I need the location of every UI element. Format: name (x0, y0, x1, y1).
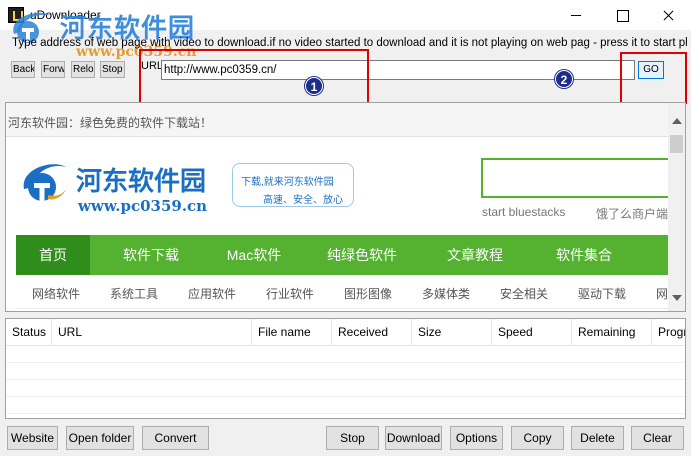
site-nav-item[interactable]: 纯绿色软件 (306, 235, 418, 275)
site-subnav-item[interactable]: 网 (656, 285, 668, 302)
row-divider (6, 379, 685, 380)
site-subnav-item[interactable]: 应用软件 (188, 285, 236, 302)
scroll-down-arrow-icon[interactable] (672, 295, 682, 301)
site-nav-item[interactable]: 软件下载 (100, 235, 202, 275)
site-logo-icon[interactable] (18, 159, 70, 207)
clear-button[interactable]: Clear (631, 426, 684, 450)
slogan-line-1: 下载,就来河东软件园 (241, 177, 334, 188)
column-header-speed[interactable]: Speed (492, 319, 572, 345)
scroll-thumb[interactable] (670, 135, 683, 153)
browser-vertical-scrollbar[interactable] (668, 103, 685, 311)
site-subnav-item[interactable]: 多媒体类 (422, 285, 470, 302)
back-button[interactable]: Back (11, 61, 35, 78)
website-button[interactable]: Website (7, 426, 58, 450)
open-folder-button[interactable]: Open folder (66, 426, 134, 450)
site-subnav-item[interactable]: 行业软件 (266, 285, 314, 302)
options-button[interactable]: Options (450, 426, 503, 450)
row-divider (6, 362, 685, 363)
site-nav-item[interactable]: Mac软件 (202, 235, 306, 275)
reload-button[interactable]: Reloa (71, 61, 95, 78)
column-header-remaining[interactable]: Remaining (572, 319, 652, 345)
annotation-badge-2: 2 (555, 70, 573, 88)
site-subnav-item[interactable]: 图形图像 (344, 285, 392, 302)
column-header-received[interactable]: Received (332, 319, 412, 345)
site-main-nav: 首页 软件下载 Mac软件 纯绿色软件 文章教程 软件集合 (16, 235, 668, 275)
search-suggestion-link[interactable]: 饿了么商户端 (596, 205, 668, 222)
site-subnav-item[interactable]: 网络软件 (32, 285, 80, 302)
row-divider (6, 396, 685, 397)
row-divider (6, 413, 685, 414)
stop-nav-button[interactable]: Stop (100, 61, 125, 78)
column-header-url[interactable]: URL (52, 319, 252, 345)
title-bar: uDownloader 河东软件园 www.pc0359.cn (0, 0, 691, 60)
download-list[interactable]: Status URL File name Received Size Speed… (5, 318, 686, 419)
forward-button[interactable]: Forwa (41, 61, 65, 78)
browser-view[interactable]: 河东软件园：绿色免费的软件下载站！ 河东软件园 www.pc0359.cn 下载… (5, 102, 686, 312)
stop-button[interactable]: Stop (326, 426, 379, 450)
slogan-line-2: 高速、安全、放心 (263, 195, 343, 206)
callout-go-box (620, 52, 687, 104)
site-nav-item[interactable]: 首页 (16, 235, 90, 275)
maximize-button[interactable] (599, 0, 645, 30)
minimize-button[interactable] (553, 0, 599, 30)
scroll-up-arrow-icon[interactable] (672, 118, 682, 124)
annotation-badge-1: 1 (305, 77, 323, 95)
search-suggestion-link[interactable]: start bluestacks (482, 205, 565, 219)
hint-text: Type address of web page with video to d… (12, 37, 688, 49)
column-header-progress[interactable]: Progr (652, 319, 685, 345)
column-header-status[interactable]: Status (6, 319, 52, 345)
close-button[interactable] (645, 0, 691, 30)
site-nav-item[interactable]: 软件集合 (532, 235, 636, 275)
slogan-bubble: 下载,就来河东软件园 高速、安全、放心 (232, 163, 354, 207)
header-divider (6, 345, 685, 346)
convert-button[interactable]: Convert (142, 426, 209, 450)
site-topbar: 河东软件园：绿色免费的软件下载站！ (6, 103, 668, 137)
site-nav-item[interactable]: 文章教程 (418, 235, 532, 275)
column-header-file-name[interactable]: File name (252, 319, 332, 345)
site-search-input[interactable] (481, 158, 671, 198)
site-subnav-item[interactable]: 驱动下载 (578, 285, 626, 302)
download-button[interactable]: Download (385, 426, 442, 450)
site-logo-text[interactable]: 河东软件园 (76, 161, 206, 198)
site-logo-url[interactable]: www.pc0359.cn (78, 197, 207, 215)
delete-button[interactable]: Delete (571, 426, 624, 450)
site-topbar-text: 河东软件园：绿色免费的软件下载站！ (8, 116, 213, 130)
site-subnav-item[interactable]: 安全相关 (500, 285, 548, 302)
column-header-size[interactable]: Size (412, 319, 492, 345)
site-subnav-item[interactable]: 系统工具 (110, 285, 158, 302)
site-sub-nav: 网络软件 系统工具 应用软件 行业软件 图形图像 多媒体类 安全相关 驱动下载 … (16, 275, 668, 309)
copy-button[interactable]: Copy (511, 426, 564, 450)
